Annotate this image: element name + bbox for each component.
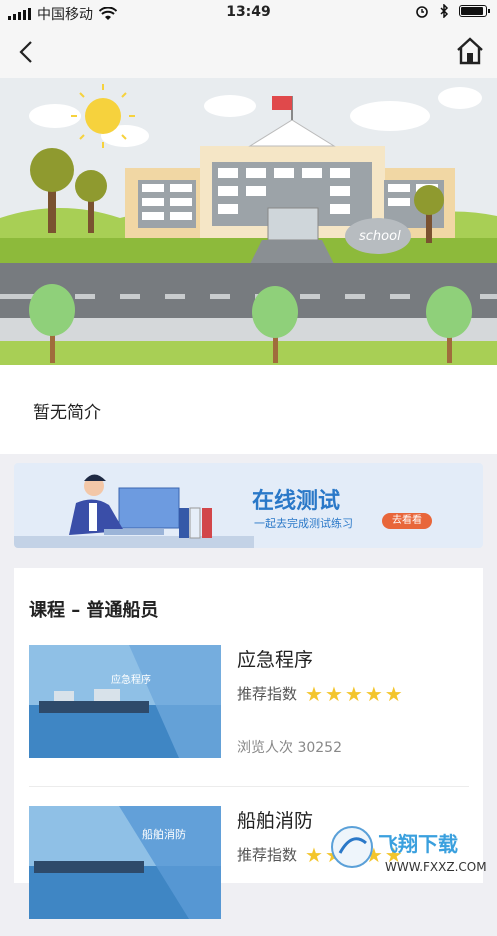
course-name: 应急程序 (237, 649, 314, 671)
star-icon: ★ (344, 681, 363, 706)
go-see-button[interactable]: 去看看 (382, 513, 432, 529)
battery-icon (459, 5, 490, 17)
school-sign: school (359, 229, 401, 244)
back-arrow-icon[interactable] (14, 38, 42, 66)
divider (29, 786, 469, 787)
intro-section: 暂无简介 (0, 365, 497, 454)
home-icon[interactable] (455, 36, 485, 66)
thumb-caption: 船舶消防 (142, 827, 186, 841)
watermark-brand: 飞翔下载 (378, 832, 458, 856)
school-illustration: school (0, 78, 497, 365)
star-rating: ★★★★★ (305, 684, 403, 704)
rating-label: 推荐指数 (237, 846, 298, 864)
view-count: 浏览人次 30252 (237, 740, 342, 756)
intro-text: 暂无简介 (33, 403, 101, 423)
star-icon: ★ (324, 681, 343, 706)
banner-title: 在线测试 (252, 489, 341, 514)
status-bar: 中国移动 13:49 (0, 0, 497, 26)
star-icon: ★ (364, 681, 383, 706)
star-icon: ★ (305, 842, 323, 867)
watermark-url: WWW.FXXZ.COM (385, 860, 487, 874)
rating-label: 推荐指数 (237, 685, 298, 703)
thumb-caption: 应急程序 (111, 673, 151, 686)
watermark-logo: 飞翔下载 WWW.FXXZ.COM (330, 823, 490, 879)
alarm-icon (416, 6, 428, 18)
star-icon: ★ (384, 681, 403, 706)
course-item[interactable]: 应急程序 应急程序 推荐指数 ★ ★ ★ ★ ★ 浏览人次 30252 (29, 645, 469, 775)
course-thumbnail: 应急程序 (29, 645, 221, 758)
bluetooth-icon (440, 4, 449, 18)
course-name: 船舶消防 (237, 810, 314, 832)
banner-subtitle: 一起去完成测试练习 (254, 517, 353, 530)
course-heading: 课程 – 普通船员 (29, 600, 159, 621)
test-illustration (14, 474, 254, 548)
rating-row: 推荐指数 ★★★★★ (237, 683, 403, 704)
nav-bar (0, 26, 497, 78)
online-test-banner[interactable]: 在线测试 一起去完成测试练习 去看看 (14, 463, 483, 548)
course-thumbnail: 船舶消防 (29, 806, 221, 919)
star-icon: ★ (305, 681, 323, 706)
